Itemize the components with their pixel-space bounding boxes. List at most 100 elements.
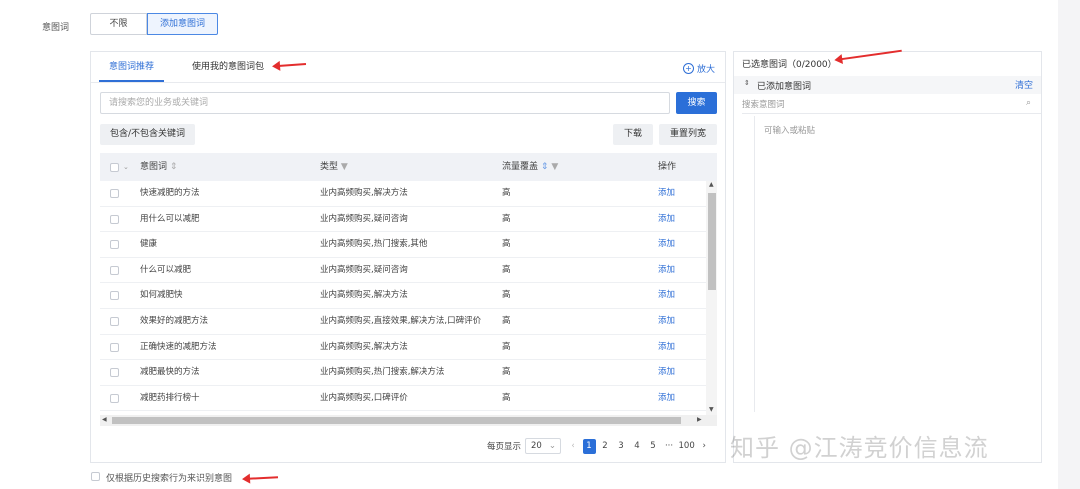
scroll-left-icon[interactable]: ◀: [102, 416, 107, 423]
page-number[interactable]: 100: [679, 439, 695, 454]
scroll-right-icon[interactable]: ▶: [697, 416, 702, 423]
row-checkbox[interactable]: [110, 265, 119, 275]
table-row: 如何减肥快 业内高频购买,解决方法 高 添加: [100, 283, 706, 309]
intent-option-group: 不限 添加意图词: [90, 13, 219, 35]
add-button[interactable]: 添加: [658, 232, 675, 257]
filter-icon[interactable]: ▼: [341, 162, 348, 172]
tab-intent-recommend[interactable]: 意图词推荐: [99, 52, 165, 82]
col-traffic-label: 流量覆盖: [502, 162, 539, 172]
row-checkbox[interactable]: [110, 291, 119, 301]
col-word-label: 意图词: [140, 162, 168, 172]
add-button[interactable]: 添加: [658, 181, 675, 206]
row-checkbox[interactable]: [110, 189, 119, 198]
add-button[interactable]: 添加: [658, 386, 675, 411]
table-row: 减肥最快的方法 业内高频购买,热门搜索,解决方法 高 添加: [100, 360, 706, 386]
per-page-value: 20: [531, 441, 542, 451]
col-header-traffic[interactable]: 流量覆盖 ⇕ ▼: [502, 153, 558, 181]
table-header: ⌄ 意图词 ⇕ 类型 ▼ 流量覆盖 ⇕ ▼ 操作: [100, 153, 717, 181]
row-checkbox[interactable]: [110, 317, 119, 326]
cell-word: 减肥药排行榜十: [140, 392, 200, 403]
col-header-type[interactable]: 类型 ▼: [320, 153, 348, 181]
sort-icon[interactable]: ⇕: [541, 162, 549, 172]
cell-type: 业内高频购买,解决方法: [320, 290, 408, 301]
row-checkbox[interactable]: [110, 393, 119, 403]
add-button[interactable]: 添加: [658, 207, 675, 232]
option-unlimited[interactable]: 不限: [90, 13, 147, 35]
cell-type: 业内高频购买,疑问咨询: [320, 264, 408, 275]
page-number[interactable]: 1: [582, 438, 596, 454]
next-page-icon[interactable]: ›: [698, 439, 711, 454]
table-row: 用什么可以减肥 业内高频购买,疑问咨询 高 添加: [100, 207, 706, 233]
watermark: 知乎 @江涛竞价信息流: [730, 434, 989, 462]
per-page-select[interactable]: 20 ⌄: [525, 438, 562, 454]
add-button[interactable]: 添加: [658, 360, 675, 385]
page-number[interactable]: 5: [647, 439, 660, 454]
row-checkbox[interactable]: [110, 368, 119, 378]
cell-word: 效果好的减肥方法: [140, 316, 209, 326]
tab-my-intent-package[interactable]: 使用我的意图词包: [182, 52, 274, 82]
chevron-down-icon: ⌄: [548, 441, 557, 451]
cell-traffic: 高: [502, 188, 511, 198]
sort-icon[interactable]: ⇕: [170, 162, 178, 172]
cell-traffic: 高: [502, 239, 511, 250]
intent-recommend-panel: 意图词推荐 使用我的意图词包 + 放大 请搜索您的业务或关键词 搜索 包含/不包…: [90, 51, 726, 463]
page-number[interactable]: 4: [631, 439, 644, 454]
table-row: 正确快速的减肥方法 业内高频购买,解决方法 高 添加: [100, 335, 706, 361]
add-button[interactable]: 添加: [658, 309, 675, 334]
page-number[interactable]: 3: [615, 439, 628, 454]
cell-word: 什么可以减肥: [140, 264, 192, 275]
row-checkbox[interactable]: [110, 214, 119, 224]
search-input[interactable]: 请搜索您的业务或关键词: [100, 92, 670, 114]
option-add-intent[interactable]: 添加意图词: [147, 13, 219, 35]
added-intent-label: 已添加意图词: [757, 82, 812, 92]
intent-search-input[interactable]: 搜索意图词: [742, 96, 1041, 114]
table-row: 健康 业内高频购买,热门搜索,其他 高 添加: [100, 232, 706, 258]
row-checkbox[interactable]: [110, 342, 119, 352]
cell-word: 快速减肥的方法: [140, 188, 200, 198]
vertical-scroll-thumb[interactable]: [708, 193, 716, 290]
zoom-button[interactable]: + 放大: [682, 62, 715, 75]
clear-button[interactable]: 清空: [1015, 78, 1033, 91]
selected-intent-panel: 已选意图词（0/2000） ⇕ 已添加意图词 清空 搜索意图词 ⌕ 可输入或粘贴: [733, 51, 1042, 463]
horizontal-scroll-thumb[interactable]: [112, 417, 681, 424]
cell-traffic: 高: [502, 392, 511, 403]
cell-type: 业内高频购买,直接效果,解决方法,口碑评价: [320, 316, 482, 326]
scroll-up-icon[interactable]: ▲: [709, 181, 714, 188]
cell-word: 用什么可以减肥: [140, 213, 200, 224]
sort-toggle-icon[interactable]: ⇕: [744, 79, 750, 87]
scroll-down-icon[interactable]: ▼: [709, 406, 714, 413]
cell-word: 健康: [140, 239, 158, 250]
cell-traffic: 高: [502, 316, 511, 326]
reset-columns-button[interactable]: 重置列宽: [659, 124, 717, 145]
history-only-checkbox[interactable]: [91, 472, 100, 481]
col-type-label: 类型: [320, 162, 339, 172]
filter-icon[interactable]: ▼: [551, 162, 558, 172]
select-all-checkbox[interactable]: [110, 163, 119, 172]
cell-type: 业内高频购买,口碑评价: [320, 392, 408, 403]
intent-paste-area[interactable]: [754, 116, 1041, 412]
cell-traffic: 高: [502, 213, 511, 224]
search-icon[interactable]: ⌕: [1026, 98, 1031, 108]
selected-count-title: 已选意图词（0/2000）: [742, 60, 837, 70]
cell-traffic: 高: [502, 367, 511, 378]
col-header-word[interactable]: 意图词 ⇕: [140, 153, 177, 181]
chevron-down-icon[interactable]: ⌄: [123, 153, 129, 181]
download-button[interactable]: 下载: [613, 124, 653, 145]
cell-traffic: 高: [502, 264, 511, 275]
page-number[interactable]: 2: [599, 439, 612, 454]
pagination: 每页显示 20 ⌄ ‹ 1 2 3 4 5 ··· 100 ›: [487, 438, 712, 454]
tab-divider: [91, 82, 725, 83]
zoom-label: 放大: [696, 65, 715, 75]
include-exclude-button[interactable]: 包含/不包含关键词: [100, 124, 196, 145]
add-button[interactable]: 添加: [658, 335, 675, 360]
history-only-label: 仅根据历史搜索行为来识别意图: [106, 474, 233, 484]
prev-page-icon[interactable]: ‹: [567, 439, 580, 454]
paste-placeholder: 可输入或粘贴: [764, 126, 816, 136]
row-checkbox[interactable]: [110, 240, 119, 250]
page-ellipsis[interactable]: ···: [663, 439, 676, 454]
search-button[interactable]: 搜索: [676, 92, 717, 114]
add-button[interactable]: 添加: [658, 258, 675, 283]
added-intent-header: ⇕ 已添加意图词: [734, 76, 1041, 94]
add-button[interactable]: 添加: [658, 283, 675, 308]
cell-word: 如何减肥快: [140, 290, 183, 301]
